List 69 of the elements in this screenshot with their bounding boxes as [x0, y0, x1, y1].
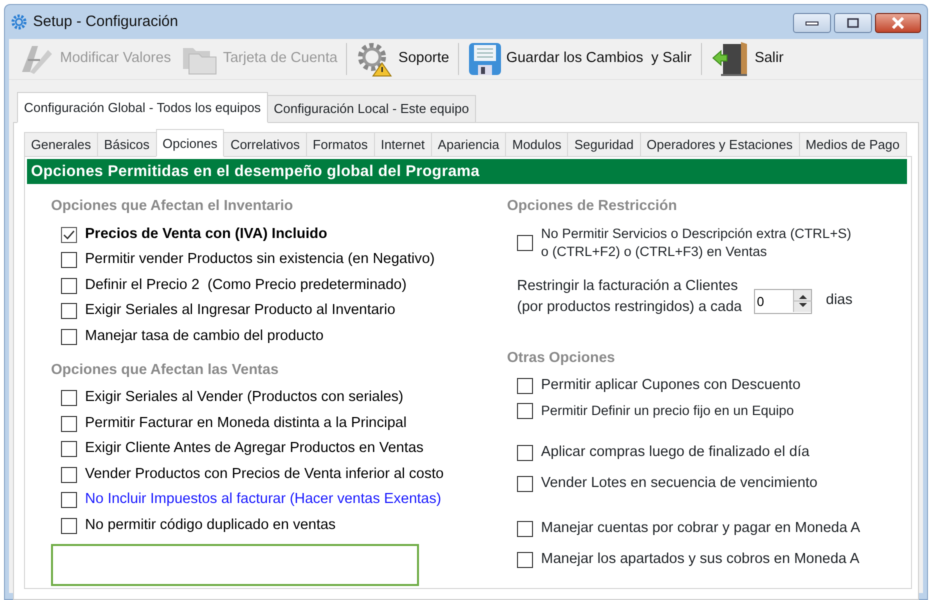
- toolbar-button[interactable]: Guardar los Cambios y Salir: [465, 40, 695, 78]
- maximize-button[interactable]: [834, 13, 872, 33]
- tab[interactable]: Generales: [24, 132, 98, 157]
- option-label: No Incluir Impuestos al facturar (Hacer ventas Exentas): [85, 490, 442, 510]
- tab[interactable]: Opciones: [156, 128, 224, 157]
- gear-icon: [11, 14, 27, 30]
- checkbox[interactable]: [517, 445, 533, 462]
- tab[interactable]: Operadores y Estaciones: [640, 132, 800, 157]
- checkbox[interactable]: [517, 521, 533, 538]
- option-label: Definir el Precio 2 (Como Precio predeterminado): [85, 276, 407, 295]
- tab[interactable]: Correlativos: [223, 132, 307, 157]
- checkbox[interactable]: [61, 303, 77, 320]
- minimize-icon: [805, 20, 819, 26]
- group-title: Opciones de Restricción: [507, 197, 678, 216]
- tab[interactable]: Seguridad: [567, 132, 641, 157]
- checkbox[interactable]: [61, 492, 77, 508]
- group-title: Opciones que Afectan el Inventario: [51, 197, 294, 216]
- group-title: Otras Opciones: [507, 349, 616, 368]
- checkbox[interactable]: [61, 278, 77, 294]
- option-label: Exigir Seriales al Vender (Productos con seriales): [85, 388, 404, 408]
- option-label: Vender Productos con Precios de Venta inferior al costo: [85, 464, 444, 484]
- close-button[interactable]: [875, 13, 921, 33]
- checkbox[interactable]: [517, 552, 533, 568]
- section-header: Opciones Permitidas en el desempeño global del Programa: [27, 159, 907, 184]
- tab[interactable]: Modulos: [505, 132, 568, 157]
- checkbox[interactable]: [61, 518, 77, 534]
- group-title: Opciones que Afectan las Ventas: [51, 360, 280, 380]
- option-label: No Permitir Servicios o Descripción extra (CTRL+S) o (CTRL+F2) o (CTRL+F3) en Ventas: [541, 225, 852, 261]
- option-label: Permitir vender Productos sin existencia (en Negativo): [85, 250, 435, 270]
- toolbar-button[interactable]: Soporte: [353, 39, 452, 79]
- tab[interactable]: Configuración Global - Todos los equipos: [17, 92, 268, 122]
- option-label: Exigir Cliente Antes de Agregar Productos en Ventas: [85, 439, 424, 458]
- limit-label: Restringir la facturación a Clientes (por productos restringidos) a cada: [517, 277, 742, 317]
- option-label: Permitir Definir un precio fijo en un Equipo: [541, 402, 794, 420]
- option-label: Permitir aplicar Cupones con Descuento: [541, 376, 801, 396]
- option-label: No permitir código duplicado en ventas: [85, 516, 336, 535]
- checkbox[interactable]: [517, 403, 533, 420]
- tab[interactable]: Básicos: [96, 132, 157, 157]
- checkbox[interactable]: [517, 378, 533, 394]
- tab[interactable]: Configuración Local - Este equipo: [266, 95, 476, 122]
- option-label: Aplicar compras luego de finalizado el día: [541, 443, 810, 462]
- checkbox[interactable]: [61, 466, 77, 482]
- option-label: Manejar tasa de cambio del producto: [85, 326, 324, 346]
- tab[interactable]: Internet: [374, 132, 432, 157]
- checkbox[interactable]: [61, 441, 77, 457]
- checkbox[interactable]: [61, 328, 77, 345]
- option-label: Manejar los apartados y sus cobros en Moneda A: [541, 550, 860, 570]
- minimize-button[interactable]: [793, 13, 831, 33]
- toolbar-button[interactable]: Salir: [708, 39, 787, 79]
- option-label: Vender Lotes en secuencia de vencimiento: [541, 474, 818, 494]
- checkbox[interactable]: [517, 235, 533, 251]
- tab[interactable]: Medios de Pago: [798, 132, 907, 157]
- maximize-icon: [846, 17, 860, 29]
- checkbox[interactable]: [61, 226, 77, 243]
- option-label: Precios de Venta con (IVA) Incluido: [85, 224, 328, 244]
- option-label: Exigir Seriales al Ingresar Producto al Inventario: [85, 301, 396, 320]
- close-icon: [891, 17, 905, 29]
- number-spinner[interactable]: 0: [754, 288, 812, 314]
- window-title: Setup - Configuración: [33, 12, 178, 32]
- checkbox[interactable]: [61, 390, 77, 406]
- checkbox[interactable]: [517, 476, 533, 492]
- unit-label: dias: [826, 291, 852, 310]
- option-label: Permitir Facturar en Moneda distinta a la Principal: [85, 414, 407, 433]
- tab[interactable]: Formatos: [306, 132, 375, 157]
- checkbox[interactable]: [61, 416, 77, 432]
- checkbox[interactable]: [61, 252, 77, 268]
- tab[interactable]: Apariencia: [430, 132, 506, 157]
- option-label: Manejar cuentas por cobrar y pagar en Moneda A: [541, 519, 860, 538]
- gear-warning-icon: [356, 41, 394, 77]
